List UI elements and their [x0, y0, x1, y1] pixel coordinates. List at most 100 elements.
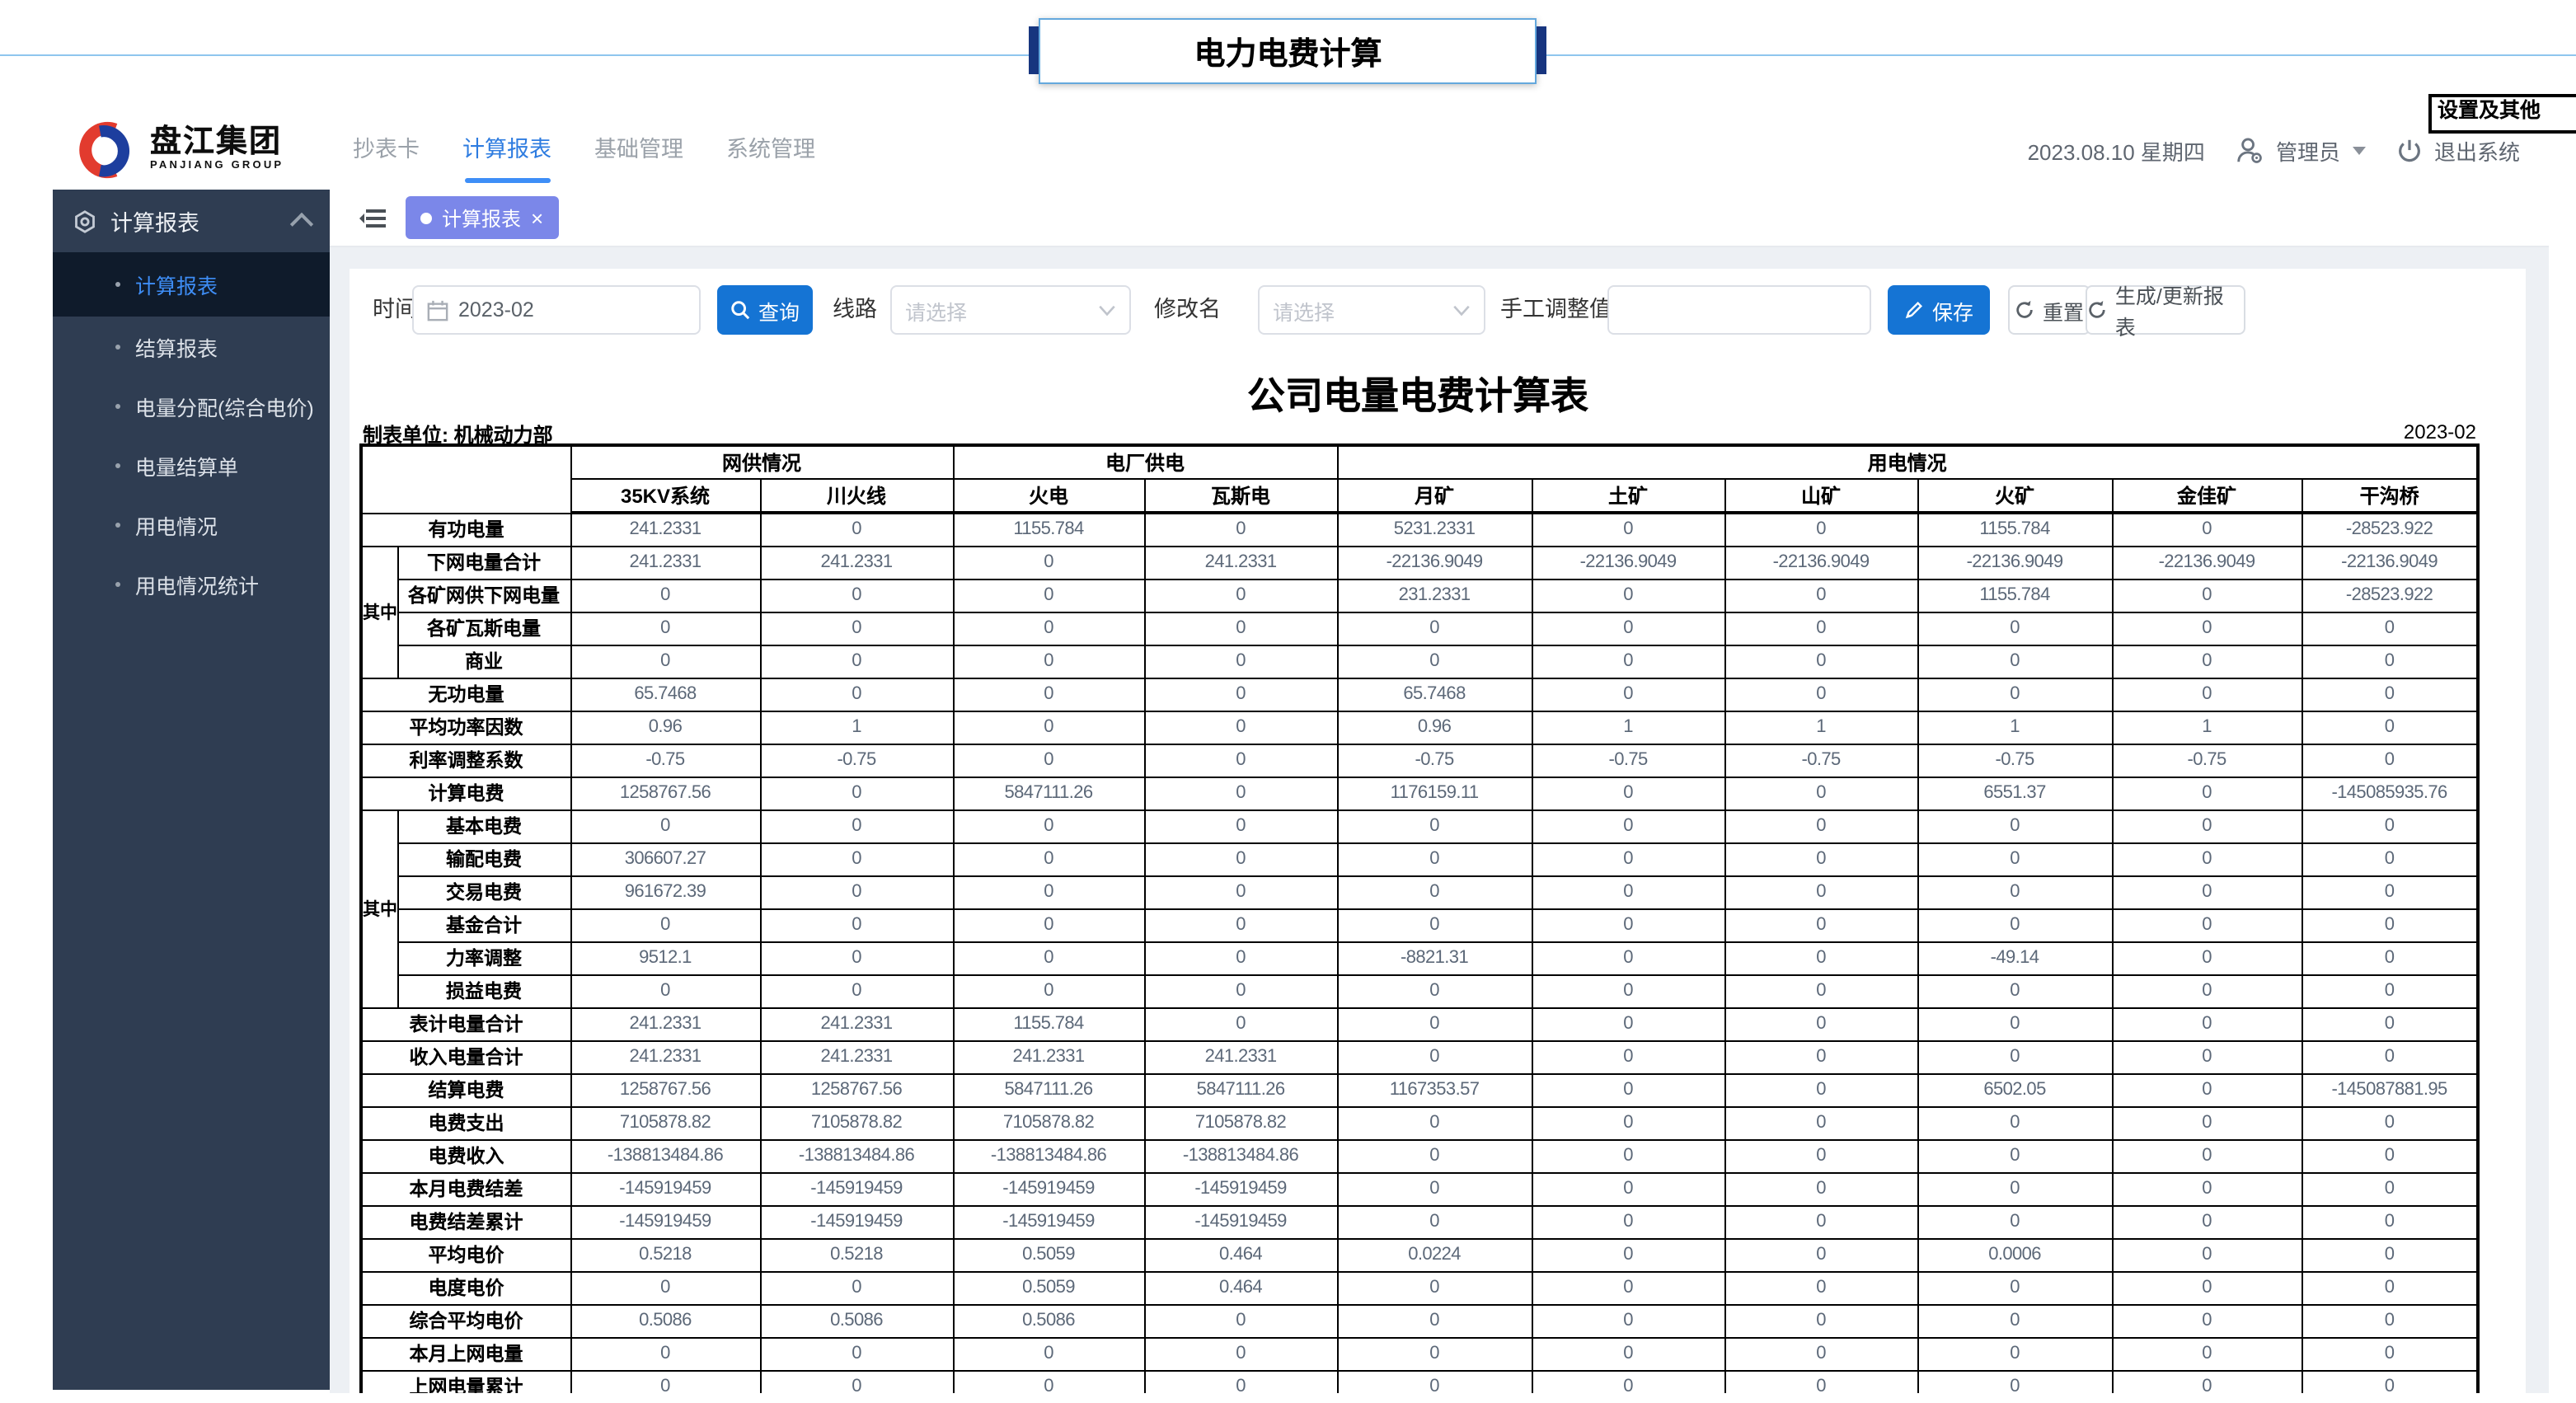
- table-cell: 0: [1336, 1369, 1533, 1393]
- table-cell: -145919459: [758, 1204, 955, 1239]
- table-cell: 0: [2111, 1336, 2303, 1371]
- table-cell: -145919459: [570, 1171, 761, 1206]
- table-cell: 0: [2301, 1171, 2480, 1206]
- table-cell: 0: [2111, 677, 2303, 711]
- table-cell: 0: [2301, 875, 2480, 909]
- table-cell: 0: [1531, 1336, 1726, 1371]
- table-cell: 0: [1531, 578, 1726, 612]
- table-cell: 0: [1724, 776, 1919, 810]
- table-cell: -22136.9049: [1336, 545, 1533, 580]
- logout-button[interactable]: 退出系统: [2396, 134, 2520, 166]
- table-cell: 0: [758, 1369, 955, 1393]
- table-cell: 0: [1531, 1138, 1726, 1173]
- table-cell: 0: [1724, 1336, 1919, 1371]
- sidebar-group-calc-report[interactable]: 计算报表: [53, 190, 330, 252]
- table-cell: 241.2331: [570, 1039, 761, 1074]
- query-button[interactable]: 查询: [717, 285, 813, 335]
- table-row-label: 收入电量合计: [360, 1039, 571, 1074]
- table-cell: 0: [1531, 875, 1726, 909]
- table-cell: 1155.784: [952, 512, 1146, 547]
- sidebar-item-settle-report[interactable]: 结算报表: [53, 317, 330, 376]
- collapse-menu-icon[interactable]: [359, 207, 386, 228]
- table-cell: -0.75: [1917, 743, 2114, 777]
- table-cell: 0: [758, 644, 955, 678]
- table-cell: 0: [758, 875, 955, 909]
- table-cell: 0: [2301, 1006, 2480, 1041]
- manual-adjust-input[interactable]: [1607, 285, 1871, 335]
- table-cell: 0: [1724, 974, 1919, 1008]
- generate-report-button[interactable]: 生成/更新报表: [2086, 285, 2245, 340]
- sidebar-item-settle-bill[interactable]: 电量结算单: [53, 435, 330, 495]
- table-cell: 0: [2301, 941, 2480, 975]
- nav-meter-card[interactable]: 抄表卡: [353, 110, 420, 190]
- table-cell: 0: [2301, 743, 2480, 777]
- sidebar-item-usage[interactable]: 用电情况: [53, 495, 330, 554]
- bullet-icon: [115, 403, 120, 408]
- table-cell: 0: [1336, 1006, 1533, 1041]
- table-row-label: 本月上网电量: [360, 1336, 571, 1371]
- nav-system-mgmt[interactable]: 系统管理: [726, 110, 815, 190]
- table-cell: 0: [758, 809, 955, 843]
- tab-bar: 计算报表 ×: [330, 190, 2549, 247]
- user-name: 管理员: [2275, 139, 2340, 164]
- bullet-icon: [115, 462, 120, 467]
- table-cell: 0: [1531, 1270, 1726, 1305]
- table-cell: 0: [1724, 1303, 1919, 1338]
- table-cell: 0: [758, 941, 955, 975]
- table-row-label: 商业: [396, 644, 571, 678]
- table-cell: 0.5086: [570, 1303, 761, 1338]
- table-cell: 0: [1917, 875, 2114, 909]
- table-cell: 0: [1917, 809, 2114, 843]
- table-cell: 0: [2111, 1138, 2303, 1173]
- sidebar-item-power-allocation[interactable]: 电量分配(综合电价): [53, 376, 330, 435]
- table-cell: -0.75: [1724, 743, 1919, 777]
- table-cell: 0: [1143, 1336, 1339, 1371]
- sidebar-item-calc-report[interactable]: 计算报表: [53, 252, 330, 317]
- table-cell: 0: [952, 974, 1146, 1008]
- table-cell: 0: [2301, 644, 2480, 678]
- save-button[interactable]: 保存: [1888, 285, 1990, 335]
- table-cell: 0: [1917, 908, 2114, 942]
- table-cell: 7105878.82: [758, 1105, 955, 1140]
- table-cell: 0: [2301, 809, 2480, 843]
- table-group-label: 其中: [360, 809, 398, 1008]
- table-cell: 0.5218: [570, 1237, 761, 1272]
- line-placeholder: 请选择: [905, 301, 968, 324]
- user-menu[interactable]: 管理员: [2235, 134, 2367, 166]
- table-cell: 0: [1143, 842, 1339, 876]
- table-cell: 241.2331: [570, 1006, 761, 1041]
- table-cell: 1167353.57: [1336, 1072, 1533, 1107]
- table-cell: -0.75: [1531, 743, 1726, 777]
- table-cell: 0: [2301, 611, 2480, 645]
- table-cell: -145087881.95: [2301, 1072, 2480, 1107]
- table-cell: 0: [2111, 1237, 2303, 1272]
- table-cell: 5231.2331: [1336, 512, 1533, 547]
- table-cell: 0.0006: [1917, 1237, 2114, 1272]
- line-select[interactable]: 请选择: [890, 285, 1131, 335]
- time-input[interactable]: 2023-02: [412, 285, 701, 335]
- table-column-header: 土矿: [1531, 478, 1726, 514]
- table-cell: 0: [1336, 1303, 1533, 1338]
- reset-button[interactable]: 重置: [2008, 285, 2090, 335]
- nav-base-mgmt[interactable]: 基础管理: [594, 110, 683, 190]
- table-cell: 0: [1917, 677, 2114, 711]
- table-cell: 241.2331: [758, 545, 955, 580]
- table-cell: 241.2331: [758, 1006, 955, 1041]
- table-row: 其中 基本电费 0 0 0 0 0 0 0 0 0 0: [360, 809, 2480, 1008]
- table-cell: 0: [2111, 1270, 2303, 1305]
- table-cell: 0: [1724, 677, 1919, 711]
- tab-calc-report[interactable]: 计算报表 ×: [406, 196, 559, 239]
- table-cell: 0: [758, 974, 955, 1008]
- table-cell: 0.96: [1336, 710, 1533, 744]
- tab-close-icon[interactable]: ×: [531, 207, 543, 228]
- table-row: 无功电量 65.7468 0 0 0 65.7468 0 0 0 0 0: [360, 677, 2480, 711]
- time-value: 2023-02: [458, 298, 534, 321]
- modify-name-select[interactable]: 请选择: [1258, 285, 1485, 335]
- table-cell: 0: [1531, 611, 1726, 645]
- table-cell: 0: [952, 611, 1146, 645]
- nav-calc-report[interactable]: 计算报表: [462, 110, 551, 190]
- table-cell: 0: [952, 941, 1146, 975]
- sidebar-item-usage-stats[interactable]: 用电情况统计: [53, 554, 330, 613]
- table-cell: -28523.922: [2301, 578, 2480, 612]
- table-cell: 0: [1531, 677, 1726, 711]
